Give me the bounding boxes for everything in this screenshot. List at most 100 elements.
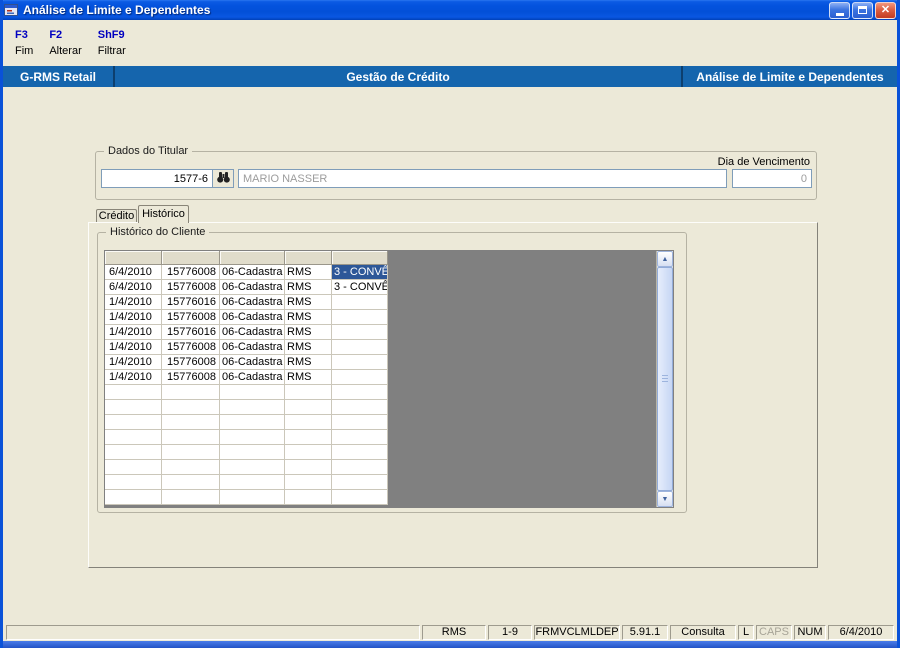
- grid-cell[interactable]: [285, 445, 332, 460]
- grid-cell[interactable]: [105, 490, 162, 505]
- grid-header-cell[interactable]: [285, 251, 332, 265]
- titular-code-input[interactable]: [101, 169, 213, 188]
- toolbar-item-fim[interactable]: F3 Fim: [15, 29, 33, 62]
- grid-cell[interactable]: RMS: [285, 310, 332, 325]
- grid-cell[interactable]: 15776008: [162, 370, 220, 385]
- grid-cell[interactable]: [332, 385, 388, 400]
- grid-cell[interactable]: 06-Cadastra: [220, 355, 285, 370]
- grid-cell[interactable]: 06-Cadastra: [220, 280, 285, 295]
- grid-cell[interactable]: [105, 475, 162, 490]
- grid-cell[interactable]: [332, 325, 388, 340]
- grid-cell[interactable]: [162, 490, 220, 505]
- grid-cell[interactable]: [105, 430, 162, 445]
- scrollbar-thumb[interactable]: [657, 267, 673, 491]
- grid-cell[interactable]: 1/4/2010: [105, 340, 162, 355]
- minimize-button[interactable]: [829, 1, 850, 19]
- grid-cell[interactable]: RMS: [285, 265, 332, 280]
- grid-cell[interactable]: 15776016: [162, 295, 220, 310]
- toolbar-item-filtrar[interactable]: ShF9 Filtrar: [98, 29, 126, 62]
- grid-cell[interactable]: [332, 370, 388, 385]
- grid-cell[interactable]: 06-Cadastra: [220, 310, 285, 325]
- grid-cell[interactable]: [332, 490, 388, 505]
- grid-cell[interactable]: [162, 385, 220, 400]
- grid-cell[interactable]: [162, 460, 220, 475]
- grid-cell[interactable]: 15776008: [162, 280, 220, 295]
- close-button[interactable]: ✕: [875, 1, 896, 19]
- grid-cell[interactable]: [220, 415, 285, 430]
- grid-cell[interactable]: RMS: [285, 340, 332, 355]
- grid-cell[interactable]: [162, 415, 220, 430]
- grid-header-cell[interactable]: [162, 251, 220, 265]
- scroll-down-button[interactable]: ▼: [657, 491, 673, 507]
- grid-cell[interactable]: [332, 295, 388, 310]
- grid-cell[interactable]: [332, 400, 388, 415]
- grid-cell[interactable]: [105, 460, 162, 475]
- grid-cell[interactable]: [332, 355, 388, 370]
- grid-cell[interactable]: [332, 445, 388, 460]
- titlebar[interactable]: Análise de Limite e Dependentes ✕: [3, 0, 897, 20]
- grid-cell[interactable]: [220, 475, 285, 490]
- grid-cell[interactable]: RMS: [285, 355, 332, 370]
- grid-cell[interactable]: 06-Cadastra: [220, 295, 285, 310]
- grid-cell[interactable]: [332, 430, 388, 445]
- grid-cell[interactable]: 1/4/2010: [105, 310, 162, 325]
- grid-cell[interactable]: [285, 490, 332, 505]
- tab-historico[interactable]: Histórico: [138, 205, 189, 223]
- grid-cell[interactable]: 15776008: [162, 340, 220, 355]
- grid-cell[interactable]: [285, 385, 332, 400]
- grid-cell[interactable]: [220, 460, 285, 475]
- grid-cell[interactable]: 06-Cadastra: [220, 340, 285, 355]
- grid-cell[interactable]: RMS: [285, 370, 332, 385]
- grid-cell[interactable]: [332, 310, 388, 325]
- grid-cell[interactable]: [285, 415, 332, 430]
- grid-cell[interactable]: RMS: [285, 280, 332, 295]
- grid-cell[interactable]: 06-Cadastra: [220, 370, 285, 385]
- grid-cell[interactable]: 06-Cadastra: [220, 325, 285, 340]
- grid-cell[interactable]: 15776008: [162, 355, 220, 370]
- grid-cell[interactable]: [162, 445, 220, 460]
- grid-cell[interactable]: [105, 400, 162, 415]
- grid-cell[interactable]: 06-Cadastra: [220, 265, 285, 280]
- grid-cell[interactable]: 15776008: [162, 310, 220, 325]
- grid-cell[interactable]: [285, 400, 332, 415]
- grid-cell[interactable]: [332, 415, 388, 430]
- grid-cell[interactable]: [220, 445, 285, 460]
- grid-cell[interactable]: [220, 490, 285, 505]
- grid-cell[interactable]: [332, 460, 388, 475]
- grid-cell[interactable]: [162, 400, 220, 415]
- lookup-button[interactable]: [213, 169, 234, 188]
- grid-cell[interactable]: 1/4/2010: [105, 355, 162, 370]
- grid-cell[interactable]: [105, 415, 162, 430]
- grid-cell[interactable]: [220, 385, 285, 400]
- grid-cell[interactable]: [105, 445, 162, 460]
- grid-cell[interactable]: [105, 385, 162, 400]
- grid-cell[interactable]: [332, 340, 388, 355]
- grid-cell[interactable]: 6/4/2010: [105, 280, 162, 295]
- grid-cell[interactable]: RMS: [285, 295, 332, 310]
- toolbar-item-alterar[interactable]: F2 Alterar: [49, 29, 81, 62]
- grid-cell[interactable]: [220, 400, 285, 415]
- grid-cell[interactable]: 1/4/2010: [105, 325, 162, 340]
- grid-cell[interactable]: [220, 430, 285, 445]
- grid-cell[interactable]: 3 - CONVÊN: [332, 280, 388, 295]
- scroll-up-button[interactable]: ▲: [657, 251, 673, 267]
- grid-cell[interactable]: 15776008: [162, 265, 220, 280]
- grid-cell[interactable]: [285, 475, 332, 490]
- grid-cell[interactable]: 3 - CONVÊN: [332, 265, 388, 280]
- grid-header-cell[interactable]: [332, 251, 388, 265]
- restore-button[interactable]: [852, 1, 873, 19]
- grid-cell[interactable]: [162, 430, 220, 445]
- grid-cell[interactable]: 6/4/2010: [105, 265, 162, 280]
- grid-cell[interactable]: [285, 460, 332, 475]
- grid-header-cell[interactable]: [220, 251, 285, 265]
- grid-cell[interactable]: 1/4/2010: [105, 295, 162, 310]
- grid-cell[interactable]: 15776016: [162, 325, 220, 340]
- tab-credito[interactable]: Crédito: [96, 209, 137, 223]
- vertical-scrollbar[interactable]: ▲ ▼: [656, 251, 673, 507]
- grid-cell[interactable]: RMS: [285, 325, 332, 340]
- grid-cell[interactable]: 1/4/2010: [105, 370, 162, 385]
- grid-cell[interactable]: [285, 430, 332, 445]
- grid-cell[interactable]: [332, 475, 388, 490]
- grid-cell[interactable]: [162, 475, 220, 490]
- grid-header-cell[interactable]: [105, 251, 162, 265]
